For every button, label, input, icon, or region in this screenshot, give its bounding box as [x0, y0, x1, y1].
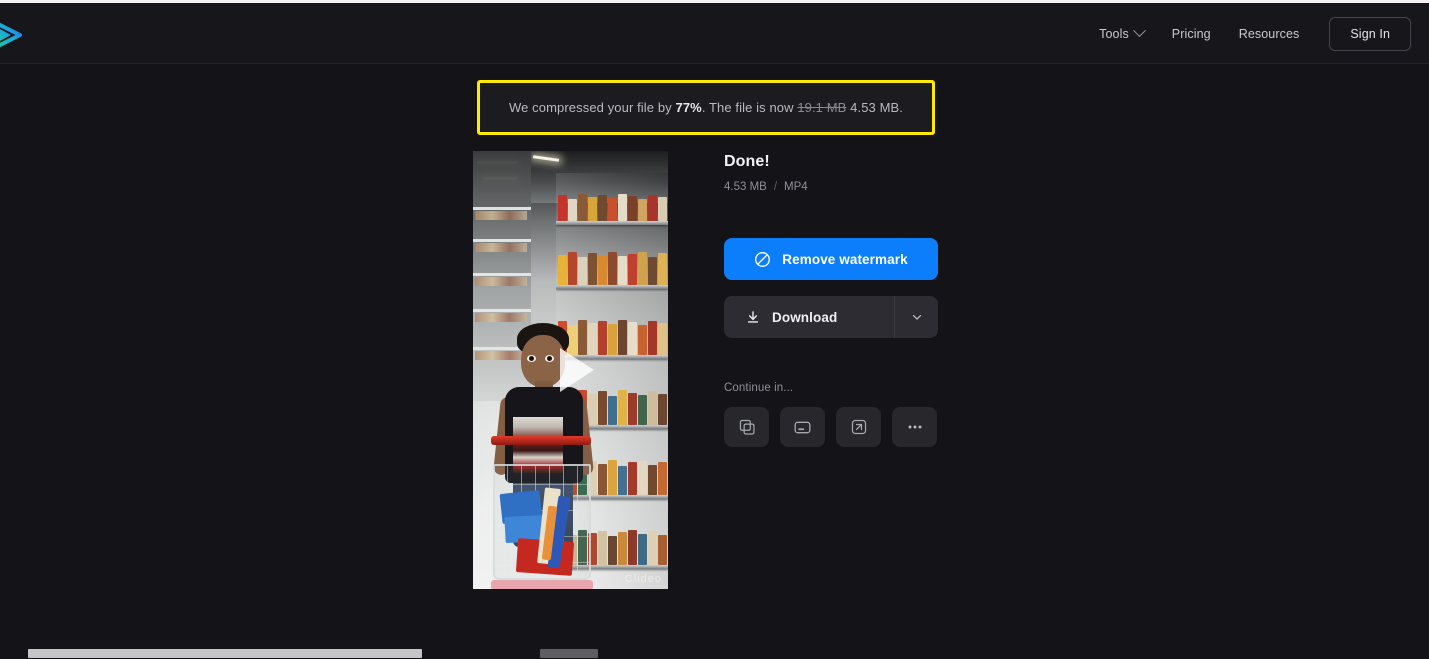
video-frame-image: Clideo: [473, 151, 668, 589]
nav-item-tools[interactable]: Tools: [1085, 20, 1158, 48]
continue-action-compress[interactable]: [780, 407, 825, 447]
nav-item-resources-label: Resources: [1238, 26, 1300, 41]
sign-in-button[interactable]: Sign In: [1329, 16, 1411, 51]
banner-percent: 77%: [675, 100, 702, 115]
resize-icon: [851, 419, 866, 435]
banner-old-size: 19.1 MB: [797, 100, 847, 115]
scrollbar-thumb[interactable]: [28, 649, 422, 658]
download-options-toggle[interactable]: [894, 296, 938, 338]
nav-item-pricing-label: Pricing: [1171, 26, 1211, 41]
cart-handle: [491, 436, 591, 445]
download-icon: [747, 311, 759, 323]
eye-right: [545, 355, 554, 362]
remove-watermark-label: Remove watermark: [782, 251, 908, 267]
main-nav: Tools Pricing Resources Sign In: [1085, 3, 1411, 64]
scrollbar-secondary-mark[interactable]: [540, 649, 598, 658]
result-title: Done!: [724, 153, 770, 170]
video-preview[interactable]: Clideo: [473, 151, 668, 589]
continue-action-resize[interactable]: [836, 407, 881, 447]
file-meta: 4.53 MB / MP4: [724, 181, 938, 193]
continue-actions: [724, 407, 938, 447]
download-label: Download: [772, 309, 838, 325]
eye-left: [527, 355, 536, 362]
nav-item-pricing[interactable]: Pricing: [1158, 20, 1225, 48]
file-size: 4.53 MB: [724, 181, 767, 193]
cart-base: [491, 580, 593, 589]
nav-item-resources[interactable]: Resources: [1225, 20, 1314, 48]
meta-separator: /: [773, 181, 778, 193]
chevron-down-icon: [912, 315, 921, 320]
remove-watermark-button[interactable]: Remove watermark: [724, 238, 938, 280]
continue-action-more[interactable]: [892, 407, 937, 447]
prohibition-icon: [755, 251, 771, 267]
continue-in-label: Continue in...: [724, 382, 794, 394]
video-frame-icon: [794, 421, 811, 433]
page-root: Tools Pricing Resources Sign In We compr…: [0, 0, 1429, 659]
cart-basket: [493, 464, 591, 580]
download-button[interactable]: Download: [724, 296, 894, 338]
shopping-cart: [485, 436, 605, 589]
play-logo-icon: [0, 22, 22, 48]
copy-icon: [739, 419, 755, 435]
chevron-down-icon: [1132, 24, 1146, 38]
nav-item-tools-label: Tools: [1099, 26, 1129, 41]
compression-result-banner: We compressed your file by 77%. The file…: [477, 80, 935, 135]
download-button-group: Download: [724, 296, 938, 338]
site-logo[interactable]: [0, 19, 38, 51]
banner-new-size: 4.53 MB.: [846, 100, 903, 115]
banner-prefix: We compressed your file by: [509, 100, 676, 115]
more-dots-icon: [908, 425, 921, 429]
result-info-panel: Done! 4.53 MB / MP4 Remove watermark Dow…: [724, 151, 938, 591]
banner-middle: . The file is now: [701, 100, 798, 115]
horizontal-scrollbar[interactable]: [0, 648, 1429, 659]
continue-action-duplicate[interactable]: [724, 407, 769, 447]
banner-text: We compressed your file by 77%. The file…: [509, 100, 903, 115]
result-content: Clideo Done! 4.53 MB / MP4 Remove waterm…: [473, 151, 1173, 591]
site-header: Tools Pricing Resources Sign In: [0, 3, 1429, 64]
file-format: MP4: [784, 181, 808, 193]
